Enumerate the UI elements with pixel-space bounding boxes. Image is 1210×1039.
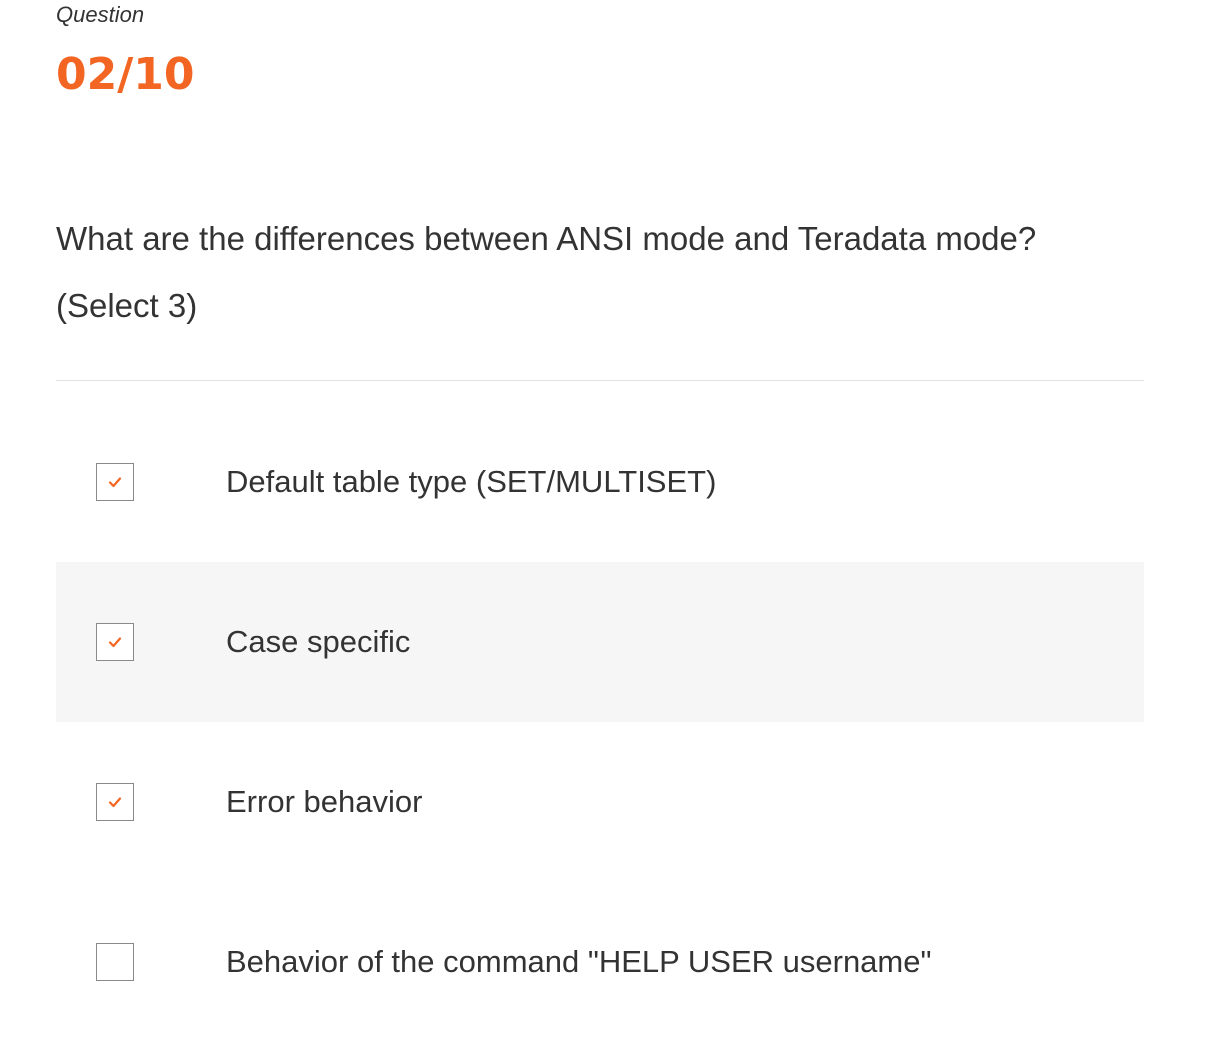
answer-option-1[interactable]: Default table type (SET/MULTISET) xyxy=(56,402,1144,562)
answer-option-3[interactable]: Error behavior xyxy=(56,722,1144,882)
answer-option-2[interactable]: Case specific xyxy=(56,562,1144,722)
answer-label-2: Case specific xyxy=(226,624,411,659)
checkmark-icon xyxy=(108,797,122,808)
answer-checkbox-2[interactable] xyxy=(96,623,134,661)
quiz-page: Question 02/10 What are the differences … xyxy=(0,0,1210,1039)
answer-option-4[interactable]: Behavior of the command "HELP USER usern… xyxy=(56,882,1144,1039)
checkmark-icon xyxy=(108,637,122,648)
answer-label-4: Behavior of the command "HELP USER usern… xyxy=(226,944,932,979)
checkmark-icon xyxy=(108,477,122,488)
divider xyxy=(56,380,1144,381)
question-label: Question xyxy=(56,2,145,27)
answer-options: Default table type (SET/MULTISET) Case s… xyxy=(56,402,1144,1039)
question-hint: (Select 3) xyxy=(56,287,198,324)
question-number: 02/10 xyxy=(56,49,195,100)
answer-label-3: Error behavior xyxy=(226,784,423,819)
answer-checkbox-4[interactable] xyxy=(96,943,134,981)
answer-label-1: Default table type (SET/MULTISET) xyxy=(226,464,717,499)
answer-checkbox-3[interactable] xyxy=(96,783,134,821)
answer-checkbox-1[interactable] xyxy=(96,463,134,501)
question-text: What are the differences between ANSI mo… xyxy=(56,220,1037,257)
